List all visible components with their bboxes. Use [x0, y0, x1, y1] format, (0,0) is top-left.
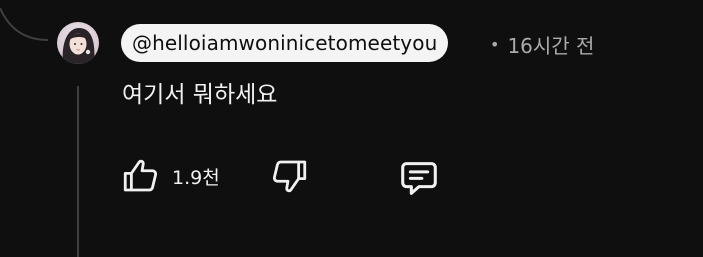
meta-separator: •: [490, 34, 500, 54]
dislike-button[interactable]: [268, 155, 310, 197]
thumbs-up-icon: [123, 159, 158, 192]
reply-button[interactable]: [396, 155, 442, 201]
like-count: 1.9천: [172, 166, 220, 189]
like-button[interactable]: 1.9천: [120, 155, 220, 197]
comment-timestamp[interactable]: 16시간 전: [507, 30, 594, 59]
comment-text: 여기서 뭐하세요: [122, 82, 278, 108]
thumbs-down-icon: [272, 160, 307, 193]
avatar[interactable]: [57, 22, 99, 64]
comment-icon: [401, 162, 437, 195]
author-chip[interactable]: @helloiamwoninicetomeetyou: [121, 24, 449, 62]
author-name[interactable]: @helloiamwoninicetomeetyou: [132, 24, 437, 62]
comment-meta: • 16시간 전: [490, 28, 594, 60]
